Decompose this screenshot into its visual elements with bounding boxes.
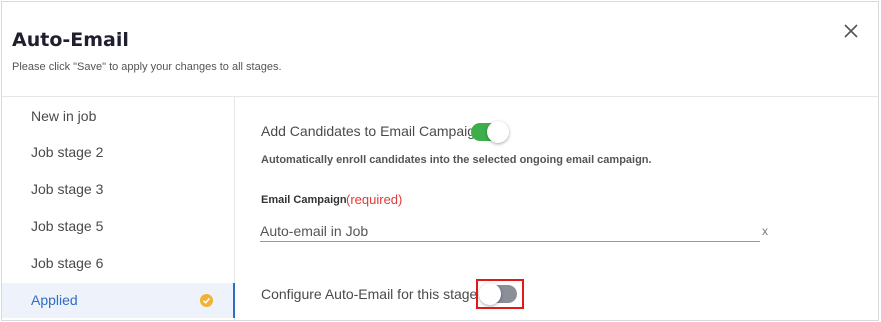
sidebar-item-label: Job stage 2 <box>31 144 104 160</box>
add-candidates-toggle[interactable] <box>471 121 509 143</box>
auto-email-modal: Auto-Email Please click "Save" to apply … <box>1 1 879 321</box>
sidebar-item-job-stage-2[interactable]: Job stage 2 <box>2 135 234 170</box>
toggle-knob <box>487 121 509 143</box>
sidebar-item-job-stage-3[interactable]: Job stage 3 <box>2 172 234 207</box>
email-campaign-field-wrap <box>260 220 760 242</box>
active-indicator <box>233 283 235 318</box>
add-candidates-label: Add Candidates to Email Campaign <box>261 123 483 139</box>
sidebar-item-job-stage-6[interactable]: Job stage 6 <box>2 246 234 281</box>
modal-subtitle: Please click "Save" to apply your change… <box>12 61 282 73</box>
modal-header: Auto-Email Please click "Save" to apply … <box>2 2 878 97</box>
email-campaign-label: Email Campaign <box>261 194 347 206</box>
required-indicator: (required) <box>346 192 403 207</box>
sidebar-item-label: Job stage 6 <box>31 255 104 271</box>
settings-panel: Add Candidates to Email Campaign Automat… <box>236 97 878 320</box>
sidebar-item-label: New in job <box>31 108 97 124</box>
toggle-knob <box>479 283 501 305</box>
sidebar-item-job-stage-5[interactable]: Job stage 5 <box>2 209 234 244</box>
email-campaign-input[interactable] <box>260 220 760 241</box>
close-button[interactable] <box>842 22 860 40</box>
configure-auto-email-label: Configure Auto-Email for this stage <box>261 286 478 302</box>
sidebar-item-new-in-job[interactable]: New in job <box>2 99 234 134</box>
sidebar-item-label: Job stage 3 <box>31 181 104 197</box>
stage-sidebar: New in job Job stage 2 Job stage 3 Job s… <box>2 97 235 320</box>
modal-title: Auto-Email <box>12 29 129 51</box>
close-icon <box>844 24 858 38</box>
clear-campaign-button[interactable]: x <box>762 224 768 238</box>
sidebar-item-label: Job stage 5 <box>31 218 104 234</box>
check-circle-icon <box>200 294 213 307</box>
configure-auto-email-toggle[interactable] <box>479 283 517 305</box>
helper-text: Automatically enroll candidates into the… <box>261 154 652 166</box>
sidebar-item-applied[interactable]: Applied <box>2 283 235 318</box>
sidebar-item-label: Applied <box>31 292 78 308</box>
